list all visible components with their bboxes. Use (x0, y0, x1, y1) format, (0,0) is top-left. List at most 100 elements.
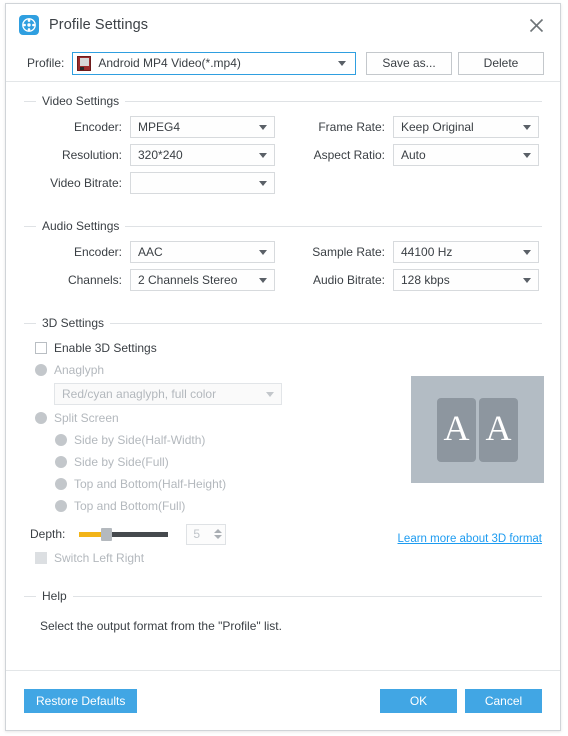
video-bitrate-label: Video Bitrate: (50, 176, 122, 190)
sample-rate-value: 44100 Hz (401, 245, 453, 259)
audio-encoder-label: Encoder: (73, 245, 122, 259)
audio-channels-field: Channels: 2 Channels Stereo (24, 266, 283, 294)
profile-select[interactable]: Android MP4 Video(*.mp4) (72, 51, 356, 75)
group-rule-right (125, 225, 542, 227)
anaglyph-row[interactable]: Anaglyph (24, 359, 384, 381)
top-bottom-half-radio[interactable] (55, 478, 67, 490)
audio-settings-fields: Encoder: AAC Channels: 2 Channels Stereo (24, 238, 542, 294)
sample-rate-select[interactable]: 44100 Hz (393, 241, 539, 263)
depth-slider-track (104, 532, 169, 537)
group-rule-right (125, 100, 542, 102)
three-d-settings-body: Enable 3D Settings Anaglyph Red/cyan ana… (24, 332, 544, 569)
chevron-down-icon (259, 277, 267, 283)
depth-stepper-arrows[interactable] (211, 525, 225, 544)
depth-stepper[interactable]: 5 (186, 523, 227, 545)
switch-left-right-checkbox[interactable] (35, 552, 47, 564)
chevron-down-icon (259, 152, 267, 158)
aspect-ratio-value: Auto (401, 148, 426, 162)
side-by-side-full-label: Side by Side(Full) (74, 455, 169, 469)
profile-settings-dialog: Profile Settings Profile: Android MP4 Vi… (5, 3, 561, 731)
chevron-down-icon (523, 124, 531, 130)
enable-3d-checkbox[interactable] (35, 342, 47, 354)
video-encoder-select[interactable]: MPEG4 (130, 116, 275, 138)
side-by-side-full-radio[interactable] (55, 456, 67, 468)
video-resolution-field: Resolution: 320*240 (24, 141, 283, 169)
cancel-button[interactable]: Cancel (465, 688, 542, 713)
depth-row: Depth: 5 (24, 521, 384, 547)
dialog-body: Video Settings Encoder: MPEG4 Resolution… (6, 81, 560, 670)
anaglyph-select[interactable]: Red/cyan anaglyph, full color (54, 383, 282, 405)
enable-3d-label: Enable 3D Settings (54, 341, 157, 355)
three-d-settings-header: 3D Settings (24, 314, 542, 332)
frame-rate-select[interactable]: Keep Original (393, 116, 539, 138)
sample-rate-label: Sample Rate: (312, 245, 385, 259)
anaglyph-select-row: Red/cyan anaglyph, full color (24, 381, 384, 407)
split-screen-row[interactable]: Split Screen (24, 407, 384, 429)
profile-bar: Profile: Android MP4 Video(*.mp4) Save a… (6, 45, 560, 81)
anaglyph-radio[interactable] (35, 364, 47, 376)
audio-settings-right-column: Sample Rate: 44100 Hz Audio Bitrate: 128… (283, 238, 542, 294)
video-resolution-value: 320*240 (138, 148, 183, 162)
chevron-down-icon (338, 60, 346, 66)
depth-slider-thumb[interactable] (101, 528, 113, 541)
audio-channels-value: 2 Channels Stereo (138, 273, 238, 287)
preview-pane-left: A (437, 397, 476, 462)
aspect-ratio-select[interactable]: Auto (393, 144, 539, 166)
video-bitrate-select[interactable] (130, 172, 275, 194)
three-d-settings-group: 3D Settings Enable 3D Settings Anaglyph (24, 308, 544, 569)
depth-value: 5 (193, 527, 201, 541)
three-d-options: Enable 3D Settings Anaglyph Red/cyan ana… (24, 332, 384, 569)
audio-encoder-select[interactable]: AAC (130, 241, 275, 263)
anaglyph-value: Red/cyan anaglyph, full color (62, 387, 217, 401)
group-rule-left (24, 225, 36, 227)
switch-left-right-row[interactable]: Switch Left Right (24, 547, 384, 569)
video-settings-left-column: Encoder: MPEG4 Resolution: 320*240 Video… (24, 113, 283, 197)
group-rule-right (110, 322, 542, 324)
audio-encoder-value: AAC (138, 245, 163, 259)
three-d-preview-area: A A Learn more about 3D format (384, 332, 544, 569)
video-resolution-label: Resolution: (61, 148, 122, 162)
restore-defaults-button[interactable]: Restore Defaults (24, 688, 138, 713)
top-bottom-full-row[interactable]: Top and Bottom(Full) (24, 495, 384, 517)
help-text: Select the output format from the "Profi… (40, 619, 282, 633)
video-settings-fields: Encoder: MPEG4 Resolution: 320*240 Video… (24, 113, 542, 197)
audio-settings-group: Audio Settings Encoder: AAC Channels: 2 … (24, 211, 542, 294)
learn-more-3d-link[interactable]: Learn more about 3D format (398, 533, 542, 545)
video-bitrate-field: Video Bitrate: (24, 169, 283, 197)
side-by-side-half-row[interactable]: Side by Side(Half-Width) (24, 429, 384, 451)
ok-button[interactable]: OK (380, 688, 457, 713)
video-encoder-field: Encoder: MPEG4 (24, 113, 283, 141)
depth-slider[interactable] (79, 527, 169, 541)
top-bottom-full-radio[interactable] (55, 500, 67, 512)
help-group: Help Select the output format from the "… (24, 581, 542, 633)
switch-left-right-label: Switch Left Right (54, 551, 145, 565)
save-as-button[interactable]: Save as... (366, 51, 452, 75)
delete-button[interactable]: Delete (458, 51, 544, 75)
side-by-side-half-label: Side by Side(Half-Width) (74, 433, 206, 447)
split-screen-radio[interactable] (35, 412, 47, 424)
chevron-down-icon[interactable] (214, 535, 223, 539)
video-settings-header: Video Settings (24, 92, 542, 110)
video-encoder-label: Encoder: (73, 120, 122, 134)
profile-selected-value: Android MP4 Video(*.mp4) (98, 56, 241, 70)
video-resolution-select[interactable]: 320*240 (130, 144, 275, 166)
audio-channels-select[interactable]: 2 Channels Stereo (130, 269, 275, 291)
video-settings-group: Video Settings Encoder: MPEG4 Resolution… (24, 86, 542, 197)
side-by-side-half-radio[interactable] (55, 434, 67, 446)
enable-3d-row[interactable]: Enable 3D Settings (24, 337, 384, 359)
top-bottom-half-label: Top and Bottom(Half-Height) (74, 477, 227, 491)
side-by-side-full-row[interactable]: Side by Side(Full) (24, 451, 384, 473)
chevron-up-icon[interactable] (214, 529, 223, 533)
top-bottom-half-row[interactable]: Top and Bottom(Half-Height) (24, 473, 384, 495)
page-title: Profile Settings (49, 16, 149, 33)
audio-bitrate-value: 128 kbps (401, 273, 450, 287)
sample-rate-field: Sample Rate: 44100 Hz (283, 238, 542, 266)
close-icon[interactable] (522, 12, 550, 38)
group-rule-right (72, 595, 542, 597)
group-rule-left (24, 100, 36, 102)
audio-bitrate-select[interactable]: 128 kbps (393, 269, 539, 291)
group-rule-left (24, 322, 36, 324)
top-bottom-full-label: Top and Bottom(Full) (74, 499, 186, 513)
aspect-ratio-label: Aspect Ratio: (313, 148, 385, 162)
split-screen-label: Split Screen (54, 411, 119, 425)
